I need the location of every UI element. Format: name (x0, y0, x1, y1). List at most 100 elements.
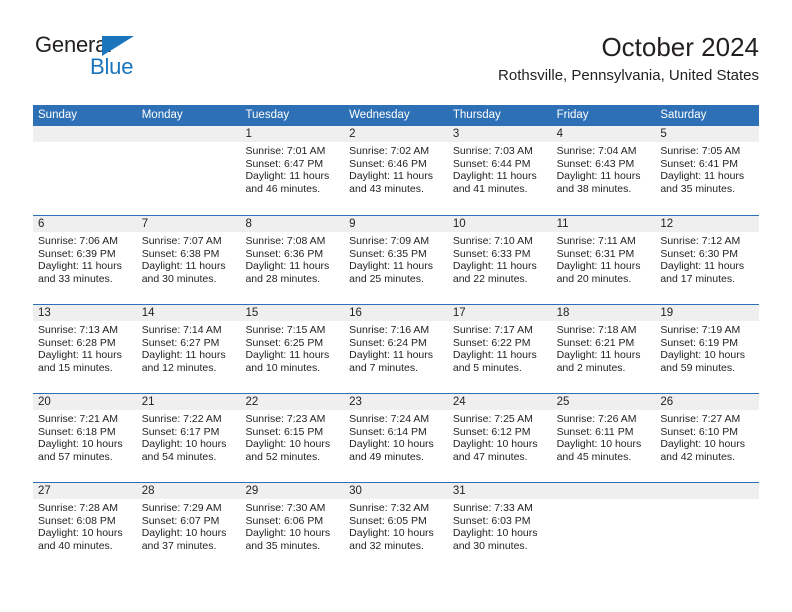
daylight-text: Daylight: 11 hours and 12 minutes. (141, 349, 226, 374)
calendar-day-cell[interactable]: 30 Sunrise: 7:32 AM Sunset: 6:05 PM Dayligh… (344, 483, 448, 571)
weekday-header-saturday: Saturday (660, 109, 707, 121)
calendar-day-cell[interactable]: 25 Sunrise: 7:26 AM Sunset: 6:11 PM Dayligh… (551, 394, 656, 482)
sunrise-text: Sunrise: 7:26 AM (556, 413, 637, 425)
sunrise-text: Sunrise: 7:29 AM (141, 502, 222, 514)
sunrise-text: Sunrise: 7:27 AM (660, 413, 741, 425)
daylight-text: Daylight: 11 hours and 38 minutes. (556, 170, 641, 195)
calendar-grid: Sunday Monday Tuesday Wednesday Thursday Frid… (33, 105, 760, 571)
calendar-weeks: 1 Sunrise: 7:01 AM Sunset: 6:47 PM Daylight… (33, 126, 760, 571)
sunset-text: Sunset: 6:03 PM (452, 514, 531, 527)
daylight-text: Daylight: 11 hours and 2 minutes. (556, 349, 641, 374)
calendar-day-cell[interactable]: 10 Sunrise: 7:10 AM Sunset: 6:33 PM Dayligh… (447, 216, 552, 304)
day-number: 17 (447, 305, 552, 321)
daylight-text: Daylight: 10 hours and 30 minutes. (452, 527, 538, 552)
day-number: 2 (344, 126, 448, 142)
weekday-header-wednesday: Wednesday (349, 109, 410, 121)
sunset-text: Sunset: 6:39 PM (38, 247, 116, 260)
daylight-text: Daylight: 11 hours and 10 minutes. (245, 349, 330, 374)
sunset-text: Sunset: 6:33 PM (452, 247, 531, 260)
page-title: October 2024 (601, 32, 759, 62)
calendar-day-cell[interactable]: 7 Sunrise: 7:07 AM Sunset: 6:38 PM Daylight… (136, 216, 241, 304)
daylight-text: Daylight: 10 hours and 52 minutes. (245, 438, 331, 463)
calendar-day-cell[interactable]: 18 Sunrise: 7:18 AM Sunset: 6:21 PM Dayligh… (551, 305, 656, 393)
sunrise-text: Sunrise: 7:12 AM (660, 235, 741, 247)
daylight-text: Daylight: 10 hours and 40 minutes. (38, 527, 123, 552)
day-number: 26 (655, 394, 760, 410)
daylight-text: Daylight: 11 hours and 43 minutes. (349, 170, 434, 195)
title-block: October 2024 Rothsville, Pennsylvania, U… (498, 30, 759, 87)
sunset-text: Sunset: 6:06 PM (245, 514, 324, 527)
calendar-day-cell[interactable]: 16 Sunrise: 7:16 AM Sunset: 6:24 PM Dayligh… (344, 305, 448, 393)
sunset-text: Sunset: 6:15 PM (245, 425, 324, 438)
daylight-text: Daylight: 11 hours and 22 minutes. (452, 260, 537, 285)
day-number: 20 (33, 394, 137, 410)
calendar-day-cell[interactable]: 1 Sunrise: 7:01 AM Sunset: 6:47 PM Daylight… (240, 126, 345, 215)
weekday-header-row: Sunday Monday Tuesday Wednesday Thursday Frid… (33, 105, 759, 126)
day-number: 3 (447, 126, 552, 142)
calendar-day-cell[interactable]: 29 Sunrise: 7:30 AM Sunset: 6:06 PM Dayligh… (240, 483, 345, 571)
day-details: Sunrise: 7:24 AM Sunset: 6:14 PM Daylight:… (344, 410, 448, 463)
day-details: Sunrise: 7:18 AM Sunset: 6:21 PM Daylight:… (552, 321, 656, 374)
weekday-header-friday: Friday (556, 109, 589, 121)
calendar-day-cell[interactable]: 6 Sunrise: 7:06 AM Sunset: 6:39 PM Daylight… (33, 216, 137, 304)
calendar-day-cell[interactable]: 24 Sunrise: 7:25 AM Sunset: 6:12 PM Dayligh… (447, 394, 552, 482)
calendar-day-cell[interactable]: 23 Sunrise: 7:24 AM Sunset: 6:14 PM Dayligh… (344, 394, 448, 482)
day-number: 10 (447, 216, 552, 232)
calendar-week-row: 1 Sunrise: 7:01 AM Sunset: 6:47 PM Daylight… (33, 126, 760, 215)
calendar-day-cell[interactable]: 8 Sunrise: 7:08 AM Sunset: 6:36 PM Daylight… (240, 216, 345, 304)
sunrise-text: Sunrise: 7:18 AM (556, 324, 637, 336)
day-details: Sunrise: 7:30 AM Sunset: 6:06 PM Daylight:… (240, 499, 344, 552)
day-number: 22 (240, 394, 345, 410)
calendar-day-cell[interactable]: 5 Sunrise: 7:05 AM Sunset: 6:41 PM Daylight… (655, 126, 760, 215)
sunset-text: Sunset: 6:46 PM (349, 157, 427, 170)
sunset-text: Sunset: 6:35 PM (349, 247, 427, 260)
calendar-day-cell[interactable]: 13 Sunrise: 7:13 AM Sunset: 6:28 PM Dayligh… (33, 305, 137, 393)
calendar-day-cell[interactable]: 21 Sunrise: 7:22 AM Sunset: 6:17 PM Dayligh… (136, 394, 241, 482)
calendar-week-row: 6 Sunrise: 7:06 AM Sunset: 6:39 PM Daylight… (33, 215, 760, 304)
weekday-header-tuesday: Tuesday (245, 109, 290, 121)
calendar-day-cell[interactable]: 2 Sunrise: 7:02 AM Sunset: 6:46 PM Daylight… (344, 126, 448, 215)
calendar-day-cell[interactable]: 19 Sunrise: 7:19 AM Sunset: 6:19 PM Dayligh… (655, 305, 760, 393)
day-details: Sunrise: 7:17 AM Sunset: 6:22 PM Daylight:… (448, 321, 552, 374)
calendar-day-cell[interactable]: 14 Sunrise: 7:14 AM Sunset: 6:27 PM Dayligh… (136, 305, 241, 393)
day-number: 27 (33, 483, 137, 499)
sunrise-text: Sunrise: 7:10 AM (452, 235, 533, 247)
day-details: Sunrise: 7:07 AM Sunset: 6:38 PM Daylight:… (137, 232, 241, 285)
daylight-text: Daylight: 11 hours and 33 minutes. (38, 260, 122, 285)
daylight-text: Daylight: 10 hours and 37 minutes. (141, 527, 227, 552)
sunrise-text: Sunrise: 7:06 AM (38, 235, 118, 247)
daylight-text: Daylight: 10 hours and 35 minutes. (245, 527, 331, 552)
day-details: Sunrise: 7:04 AM Sunset: 6:43 PM Daylight:… (552, 142, 656, 195)
sunrise-text: Sunrise: 7:21 AM (38, 413, 118, 425)
sunset-text: Sunset: 6:36 PM (245, 247, 324, 260)
calendar-day-cell[interactable]: 9 Sunrise: 7:09 AM Sunset: 6:35 PM Daylight… (344, 216, 448, 304)
day-number: 30 (344, 483, 448, 499)
day-details: Sunrise: 7:11 AM Sunset: 6:31 PM Daylight:… (552, 232, 656, 285)
calendar-day-cell[interactable]: 17 Sunrise: 7:17 AM Sunset: 6:22 PM Dayligh… (447, 305, 552, 393)
daylight-text: Daylight: 10 hours and 54 minutes. (141, 438, 227, 463)
day-number: 21 (136, 394, 241, 410)
calendar-day-cell[interactable]: 3 Sunrise: 7:03 AM Sunset: 6:44 PM Daylight… (447, 126, 552, 215)
brand-logo[interactable]: General Blue (33, 32, 213, 88)
calendar-day-cell[interactable]: 4 Sunrise: 7:04 AM Sunset: 6:43 PM Daylight… (551, 126, 656, 215)
daylight-text: Daylight: 11 hours and 5 minutes. (452, 349, 537, 374)
calendar-day-cell[interactable]: 22 Sunrise: 7:23 AM Sunset: 6:15 PM Dayligh… (240, 394, 345, 482)
sunrise-text: Sunrise: 7:28 AM (38, 502, 118, 514)
calendar-empty-cell (551, 483, 656, 571)
day-number: 9 (344, 216, 448, 232)
calendar-day-cell[interactable]: 20 Sunrise: 7:21 AM Sunset: 6:18 PM Dayligh… (33, 394, 137, 482)
calendar-day-cell[interactable]: 11 Sunrise: 7:11 AM Sunset: 6:31 PM Dayligh… (551, 216, 656, 304)
daylight-text: Daylight: 11 hours and 41 minutes. (452, 170, 537, 195)
calendar-day-cell[interactable]: 26 Sunrise: 7:27 AM Sunset: 6:10 PM Dayligh… (655, 394, 760, 482)
day-number: 18 (551, 305, 656, 321)
daylight-text: Daylight: 11 hours and 35 minutes. (660, 170, 745, 195)
calendar-day-cell[interactable]: 15 Sunrise: 7:15 AM Sunset: 6:25 PM Dayligh… (240, 305, 345, 393)
sunrise-text: Sunrise: 7:11 AM (556, 235, 636, 247)
calendar-empty-cell (33, 126, 137, 215)
calendar-day-cell[interactable]: 28 Sunrise: 7:29 AM Sunset: 6:07 PM Dayligh… (136, 483, 241, 571)
calendar-day-cell[interactable]: 31 Sunrise: 7:33 AM Sunset: 6:03 PM Dayligh… (447, 483, 552, 571)
day-number: 15 (240, 305, 345, 321)
calendar-day-cell[interactable]: 27 Sunrise: 7:28 AM Sunset: 6:08 PM Dayligh… (33, 483, 137, 571)
brand-name-blue: Blue (90, 54, 134, 79)
calendar-day-cell[interactable]: 12 Sunrise: 7:12 AM Sunset: 6:30 PM Dayligh… (655, 216, 760, 304)
